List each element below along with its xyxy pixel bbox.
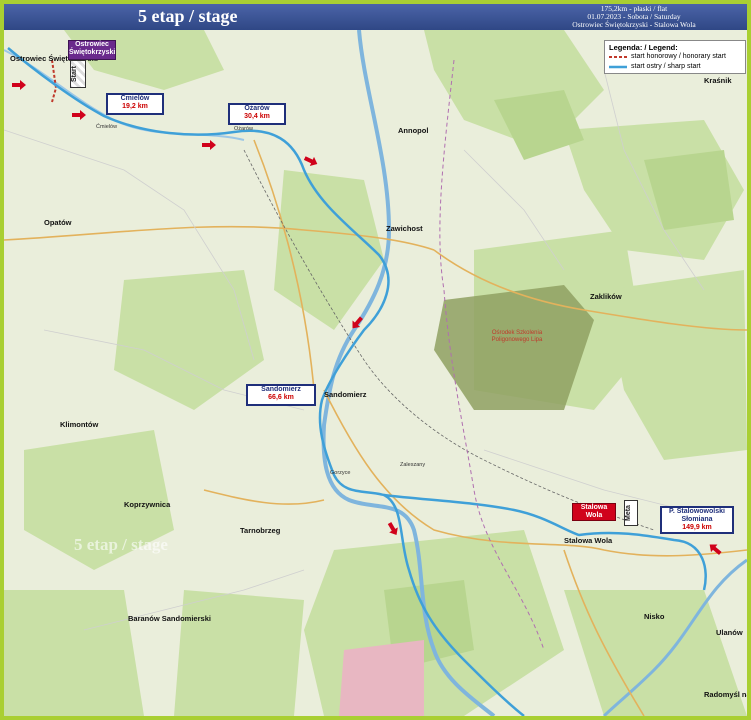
- direction-arrow-icon: [72, 110, 86, 120]
- place-koprzywnica: Koprzywnica: [124, 500, 171, 509]
- place-nisko: Nisko: [644, 612, 665, 621]
- stage-info: 175,2km - płaski / flat 01.07.2023 - Sob…: [524, 5, 744, 29]
- legend-sharp-label: start ostry / sharp start: [631, 63, 701, 70]
- place-ulanow: Ulanów: [716, 628, 743, 637]
- start-name: Ostrowiec Świętokrzyski: [69, 41, 116, 56]
- map-canvas: [4, 30, 747, 716]
- stage-header: 5 etap / stage 175,2km - płaski / flat 0…: [4, 4, 747, 30]
- checkpoint-km: 66,6 km: [268, 394, 294, 401]
- stage-watermark: 5 etap / stage: [74, 535, 168, 554]
- checkpoint-km: 19,2 km: [122, 103, 148, 110]
- finish-badge: Meta: [624, 500, 638, 526]
- place-krasnik: Kraśnik: [704, 76, 732, 85]
- checkpoint-km: 149,9 km: [682, 524, 712, 531]
- place-zawichost: Zawichost: [386, 224, 423, 233]
- place-zaleszany: Zaleszany: [400, 462, 426, 468]
- legend-honorary: start honorowy / honorary start: [609, 53, 726, 60]
- legend-title: Legenda: / Legend:: [609, 43, 678, 52]
- legend-honorary-label: start honorowy / honorary start: [631, 53, 726, 60]
- start-location[interactable]: Ostrowiec Świętokrzyski: [68, 40, 116, 60]
- map-frame: 5 etap / stage 175,2km - płaski / flat 0…: [0, 0, 751, 720]
- place-tarnobrzeg: Tarnobrzeg: [240, 526, 281, 535]
- place-opatow: Opatów: [44, 218, 72, 227]
- place-klimontow: Klimontów: [60, 420, 99, 429]
- place-ozarow: Ożarów: [234, 126, 253, 132]
- checkpoint-name: Ożarów: [244, 105, 270, 112]
- legend-sharp: start ostry / sharp start: [609, 63, 701, 70]
- place-gorzyce: Gorzyce: [330, 470, 351, 476]
- direction-arrow-icon: [202, 140, 216, 150]
- direction-arrow-icon: [12, 80, 26, 90]
- place-baranow: Baranów Sandomierski: [128, 614, 211, 623]
- honorary-line-icon: [609, 55, 627, 58]
- checkpoint-name: Ćmielów: [120, 95, 150, 102]
- start-badge: Start: [70, 60, 86, 88]
- place-radomysl: Radomyśl nad Sanem: [704, 690, 747, 699]
- finish-location[interactable]: Stalowa Wola: [572, 503, 616, 521]
- route-map[interactable]: Ostrowiec Świętokrzyski Opatów Annopol Z…: [4, 30, 747, 716]
- checkpoint-km: 30,4 km: [244, 113, 270, 120]
- stage-title: 5 etap / stage: [138, 6, 238, 26]
- place-zaklikow: Zaklików: [590, 292, 622, 301]
- poligon-label: Ośrodek Szkolenia Poligonowego Lipa: [491, 330, 543, 343]
- place-annopol: Annopol: [398, 126, 429, 135]
- stage-route: Ostrowiec Świętokrzyski - Stalowa Wola: [572, 20, 696, 29]
- industrial-area: [339, 640, 424, 716]
- place-stalowa: Stalowa Wola: [564, 536, 613, 545]
- checkpoint-cmielow[interactable]: Ćmielów 19,2 km: [106, 93, 164, 115]
- sharp-line-icon: [609, 65, 627, 68]
- checkpoint-name: Sandomierz: [261, 386, 301, 393]
- place-sandomierz: Sandomierz: [324, 390, 367, 399]
- map-legend: Legenda: / Legend: start honorowy / hono…: [604, 40, 746, 74]
- checkpoint-ozarow[interactable]: Ożarów 30,4 km: [228, 103, 286, 125]
- military-area: [434, 285, 594, 410]
- checkpoint-sandomierz[interactable]: Sandomierz 66,6 km: [246, 384, 316, 406]
- checkpoint-slomiana[interactable]: P. Stalowowolski Słomiana 149,9 km: [660, 506, 734, 534]
- checkpoint-name: P. Stalowowolski Słomiana: [669, 508, 725, 523]
- place-cmielow: Ćmielów: [96, 124, 118, 130]
- finish-name: Stalowa Wola: [580, 504, 608, 519]
